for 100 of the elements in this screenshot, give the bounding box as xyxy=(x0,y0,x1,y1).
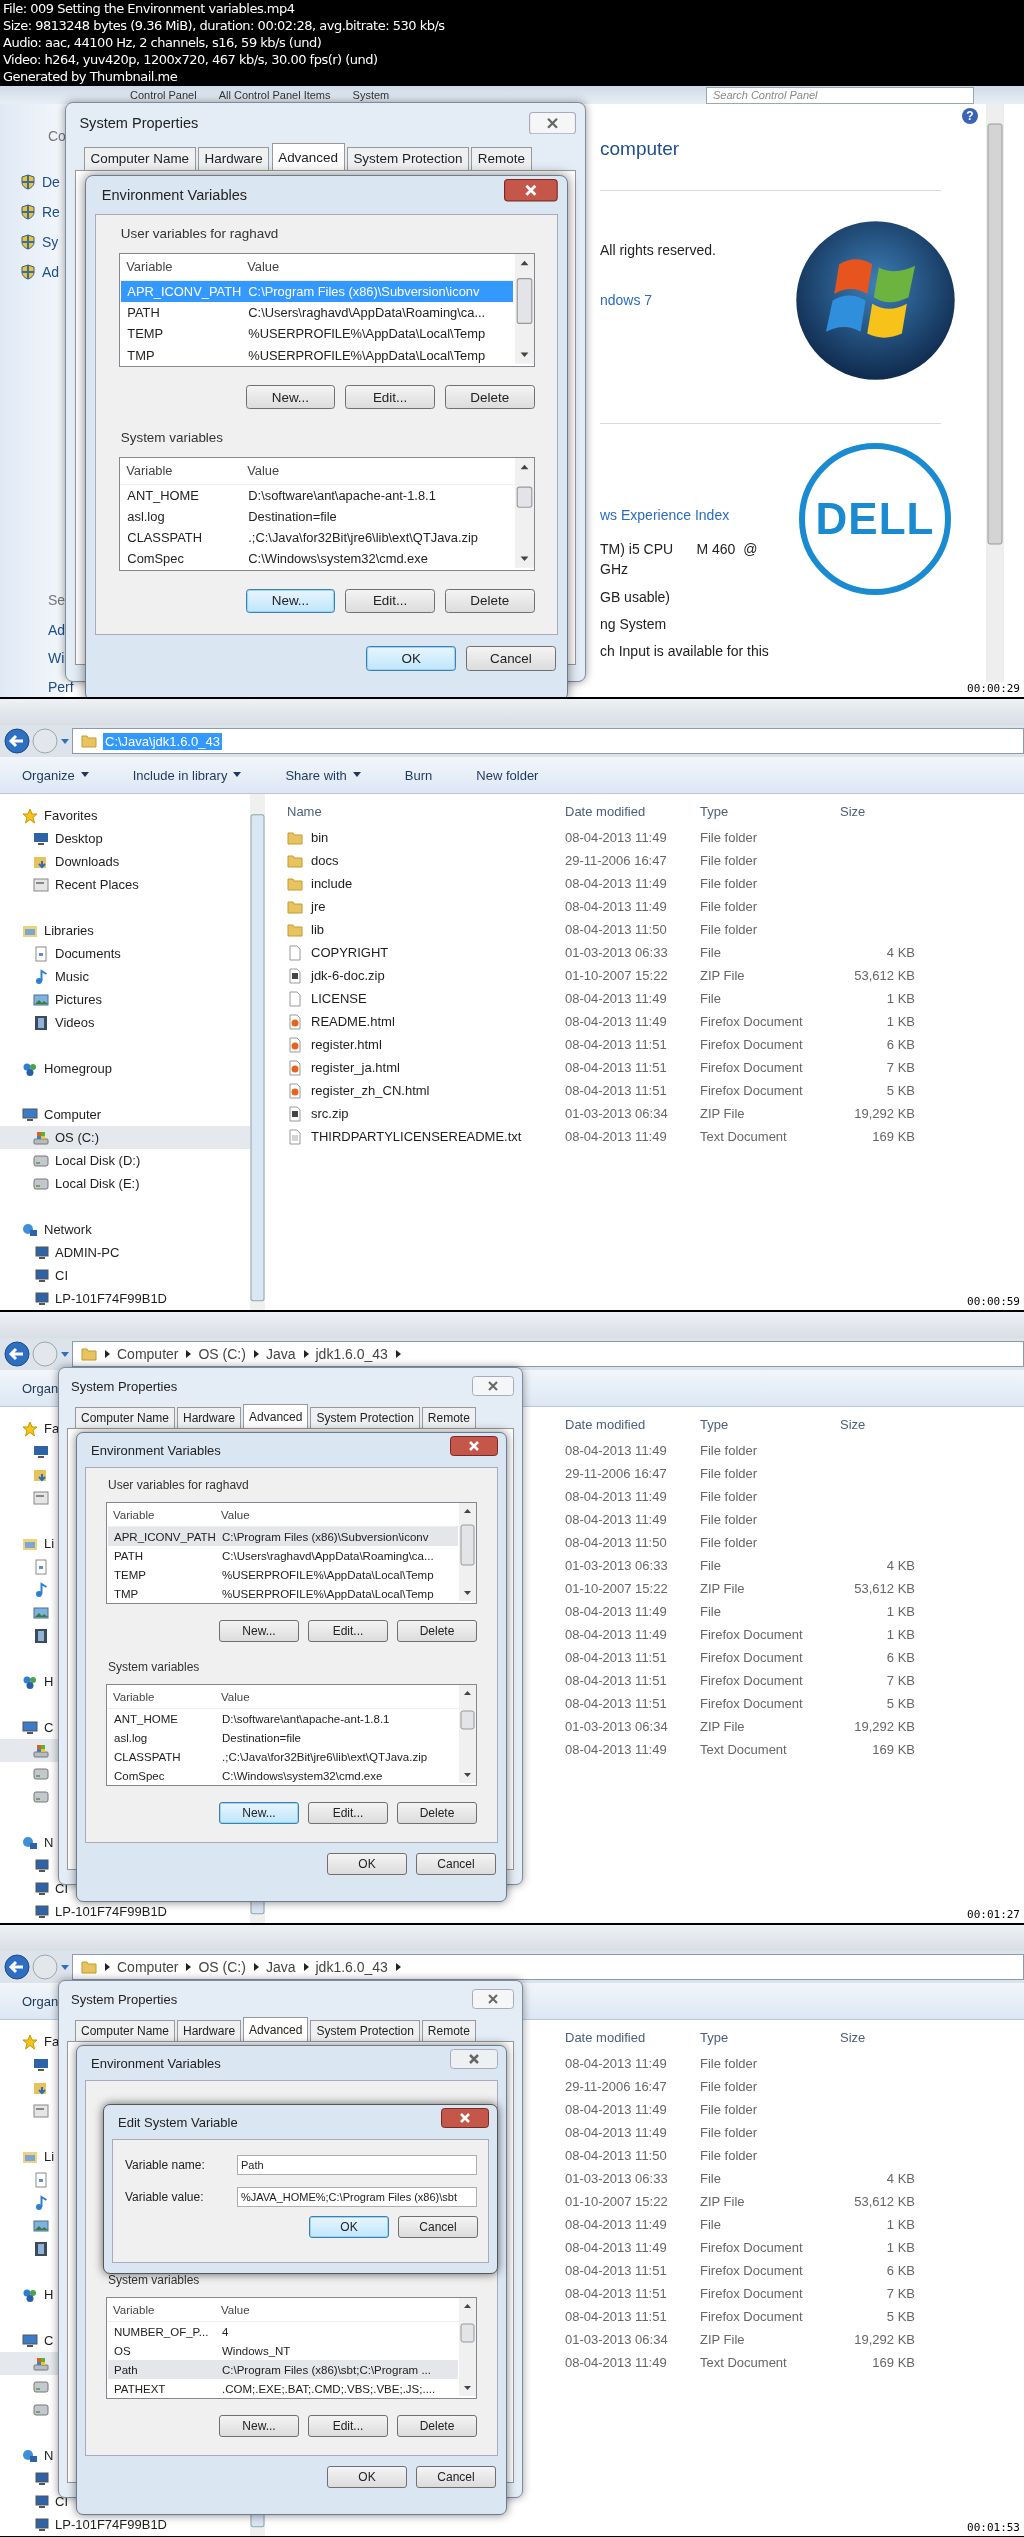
nav-heading: Co xyxy=(48,128,66,144)
type-cell-text: File folder xyxy=(700,899,759,914)
size-cell: 1 KB xyxy=(886,1014,915,1029)
type-cell-text: File xyxy=(700,2217,722,2232)
type-cell-text: File folder xyxy=(700,2079,759,2094)
date-cell-text: 08-04-2013 11:51 xyxy=(565,2286,668,2301)
date-cell-text: 08-04-2013 11:50 xyxy=(565,2148,668,2163)
date-cell-text: 08-04-2013 11:49 xyxy=(565,1489,668,1504)
value-cell-text: %USERPROFILE%\AppData\Local\Temp xyxy=(221,1587,434,1600)
dialog-title: Environment Variables xyxy=(101,186,248,203)
timestamp: 00:00:29 xyxy=(965,682,1022,695)
type-cell-text: Firefox Document xyxy=(700,1627,804,1642)
type-cell-text: Firefox Document xyxy=(700,1037,804,1052)
size-cell: 1 KB xyxy=(886,2217,915,2232)
date-cell-text: 08-04-2013 11:49 xyxy=(565,830,668,845)
size-cell: 19,292 KB xyxy=(854,1719,915,1734)
field-label: Variable name: xyxy=(125,2158,206,2172)
date-cell-text: 01-03-2013 06:34 xyxy=(565,1106,669,1121)
group-label: System variables xyxy=(119,429,225,447)
info-line: Generated by Thumbnail.me xyxy=(3,68,179,85)
type-cell-text: File xyxy=(700,1558,722,1573)
value-cell-text: 4 xyxy=(221,2325,229,2338)
type-cell-text: File folder xyxy=(700,922,759,937)
variable-cell-text: TEMP xyxy=(113,1568,147,1581)
variable-cell-text: PATHEXT xyxy=(113,2382,167,2395)
date-cell-text: 01-03-2013 06:33 xyxy=(565,2171,669,2186)
value-cell-text: C:\Program Files (x86)\sbt;C:\Program ... xyxy=(221,2363,431,2376)
size-cell: 19,292 KB xyxy=(854,2332,915,2347)
type-cell-text: File folder xyxy=(700,876,759,891)
size-cell: 1 KB xyxy=(886,1627,915,1642)
type-cell-text: Firefox Document xyxy=(700,1650,804,1665)
type-cell-text: Firefox Document xyxy=(700,1083,804,1098)
type-cell-text: Firefox Document xyxy=(700,1696,804,1711)
date-cell-text: 08-04-2013 11:51 xyxy=(565,2309,668,2324)
address-text: C:\Java\jdk1.6.0_43 xyxy=(103,732,222,750)
variable-cell-text: ANT_HOME xyxy=(126,487,200,503)
type-cell-text: ZIP File xyxy=(700,2332,746,2347)
size-cell: 6 KB xyxy=(886,1037,915,1052)
type-cell-text: ZIP File xyxy=(700,968,746,983)
value-cell-text: C:\Windows\system32\cmd.exe xyxy=(247,551,428,567)
dialog-title: System Properties xyxy=(79,115,199,132)
dialog-title: System Properties xyxy=(71,1991,178,2007)
type-cell-text: File folder xyxy=(700,830,759,845)
page-heading: computer xyxy=(600,138,681,161)
value-cell-text: Destination=file xyxy=(247,508,337,524)
type-cell-text: File folder xyxy=(700,1512,759,1527)
date-cell-text: 08-04-2013 11:51 xyxy=(565,1673,668,1688)
date-cell-text: 29-11-2006 16:47 xyxy=(565,2079,668,2094)
info-line: File: 009 Setting the Environment variables.mp4 xyxy=(3,0,296,17)
group-label: User variables for raghavd xyxy=(119,226,280,244)
type-cell-text: File folder xyxy=(700,853,759,868)
variable-cell-text: TMP xyxy=(126,347,156,363)
timestamp: 00:01:27 xyxy=(965,1908,1022,1921)
dialog-title: System Properties xyxy=(71,1378,178,1394)
type-cell-text: File folder xyxy=(700,1443,759,1458)
size-cell: 4 KB xyxy=(886,1558,915,1573)
type-cell-text: Firefox Document xyxy=(700,2263,804,2278)
size-cell: 5 KB xyxy=(886,2309,915,2324)
date-cell-text: 01-03-2013 06:34 xyxy=(565,1719,669,1734)
size-cell: 53,612 KB xyxy=(854,2194,915,2209)
info-text: TM) i5 CPU M 460 @ xyxy=(600,541,759,559)
date-cell-text: 08-04-2013 11:51 xyxy=(565,1696,668,1711)
type-cell-text: File xyxy=(700,2171,722,2186)
type-cell-text: Firefox Document xyxy=(700,2240,804,2255)
variable-cell-text: asl.log xyxy=(126,508,166,524)
group-label: System variables xyxy=(107,2273,201,2289)
value-cell-text: C:\Program Files (x86)\Subversion\iconv xyxy=(221,1530,429,1543)
timestamp: 00:01:53 xyxy=(965,2521,1022,2534)
size-cell: 6 KB xyxy=(886,2263,915,2278)
value-cell-text: C:\Users\raghavd\AppData\Roaming\ca... xyxy=(221,1549,434,1562)
type-cell-text: File xyxy=(700,945,722,960)
info-text: All rights reserved. xyxy=(600,242,717,260)
variable-cell-text: PATH xyxy=(126,305,161,321)
size-cell: 6 KB xyxy=(886,1650,915,1665)
value-cell-text: %USERPROFILE%\AppData\Local\Temp xyxy=(221,1568,434,1581)
date-cell-text: 08-04-2013 11:49 xyxy=(565,2102,668,2117)
info-line: Size: 9813248 bytes (9.36 MiB), duration: 00:02:28, avg.bitrate: 530 kb/s xyxy=(3,17,446,34)
type-cell-text: File folder xyxy=(700,1535,759,1550)
value-cell-text: %USERPROFILE%\AppData\Local\Temp xyxy=(247,326,486,342)
date-cell-text: 08-04-2013 11:49 xyxy=(565,899,668,914)
value-cell-text: C:\Windows\system32\cmd.exe xyxy=(221,1769,383,1782)
size-cell: 5 KB xyxy=(886,1696,915,1711)
logo-text: DELL xyxy=(815,494,935,544)
size-cell: 7 KB xyxy=(886,2286,915,2301)
info-text: GHz xyxy=(600,561,629,579)
date-cell-text: 08-04-2013 11:49 xyxy=(565,2217,668,2232)
dialog-title: Environment Variables xyxy=(91,1442,221,1458)
timestamp: 00:00:59 xyxy=(965,1295,1022,1308)
date-cell-text: 08-04-2013 11:51 xyxy=(565,1060,668,1075)
date-cell-text: 08-04-2013 11:49 xyxy=(565,1512,668,1527)
size-cell: 5 KB xyxy=(886,1083,915,1098)
type-cell-text: File folder xyxy=(700,2125,759,2140)
type-cell-text: Text Document xyxy=(700,2355,788,2370)
value-cell-text: D:\software\ant\apache-ant-1.8.1 xyxy=(247,487,436,503)
variable-cell-text: ComSpec xyxy=(126,551,185,567)
type-cell-text: Text Document xyxy=(700,1742,788,1757)
variable-cell-text: TMP xyxy=(113,1587,140,1600)
date-cell-text: 29-11-2006 16:47 xyxy=(565,853,668,868)
date-cell-text: 01-03-2013 06:33 xyxy=(565,945,669,960)
value-cell-text: .COM;.EXE;.BAT;.CMD;.VBS;.VBE;.JS;.... xyxy=(221,2382,436,2395)
